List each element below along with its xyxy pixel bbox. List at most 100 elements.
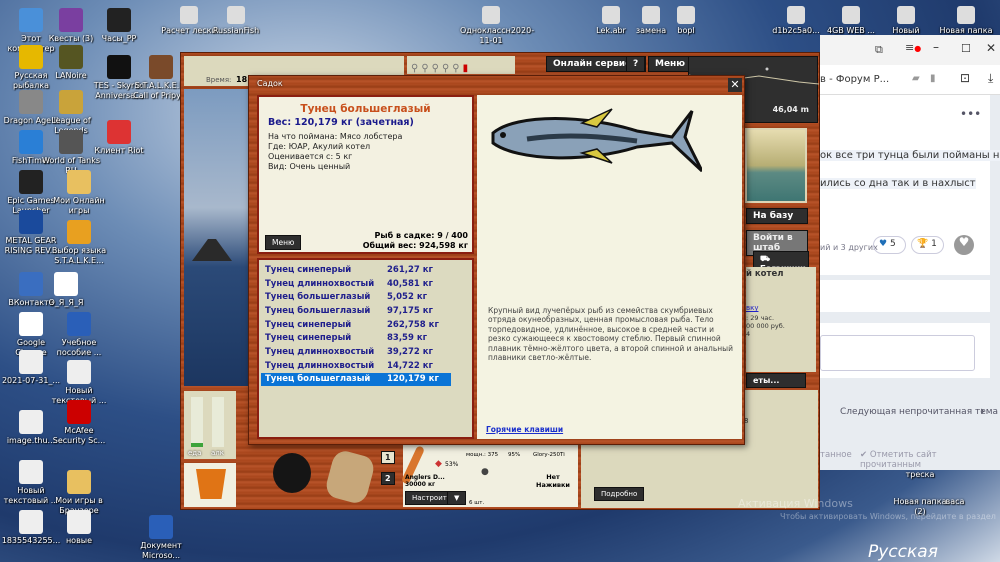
bait-status: Нет Наживки [536,473,570,489]
desktop-icon[interactable]: 4GB WEB ... [820,6,882,36]
filter-dropdown-icon[interactable]: ▼ [447,491,467,505]
fish-list-row[interactable]: Тунец длиннохвостый 14,722 кг [261,359,451,373]
menu-button[interactable]: Меню [648,56,693,72]
location-map[interactable] [745,128,807,203]
next-unread-topic-link[interactable]: Следующая непрочитанная тема [840,407,998,417]
tab-title[interactable]: в - Форум Р... [820,74,889,85]
fish-list-row[interactable]: Тунец большеглазый 120,179 кг [261,372,451,387]
slot-1-button[interactable]: 1 [381,451,395,464]
fish-bait: На что поймана: Мясо лобстера [268,132,403,141]
download-icon[interactable]: ⤓ [988,71,993,86]
close-button[interactable]: ✕ [986,41,996,55]
info-line: 00 000 руб. [746,322,785,330]
food-label: еда [188,449,202,457]
sack-icon[interactable] [323,448,377,506]
fish-list-row[interactable]: Тунец синеперый 262,758 кг [261,318,451,332]
mark-site-read-link[interactable]: ✔ Отметить сайт прочитанным [860,450,1000,470]
fish-count: Рыб в садке: 9 / 400 [374,231,468,240]
app-icon [67,510,91,534]
app-icon [107,120,131,144]
desktop-icon[interactable]: Выбор языка S.T.A.L.K.E... [48,220,110,266]
fish-row-weight: 40,581 кг [387,278,433,289]
alcohol-label: алк [211,449,224,457]
hook-icon: ● [481,467,489,477]
browser-tabbar: в - Форум Р... ▰ ▮ ⊡ ⤓ [820,65,1000,95]
notifications-icon[interactable]: ≡● [905,41,921,54]
fish-row-weight: 262,758 кг [387,319,439,330]
desktop-icon[interactable]: васа [925,497,985,507]
desktop-icon[interactable]: О_Я_Я_Я [35,272,97,308]
desktop-icon[interactable]: Новая папка [935,6,997,36]
pot-icon[interactable] [273,453,311,493]
app-icon [19,410,43,434]
desktop-icon[interactable]: новые [48,510,110,546]
fish-row-name: Тунец синеперый [265,319,352,330]
app-icon [59,45,83,69]
help-button[interactable]: ? [626,56,646,72]
fish-list-row[interactable]: Тунец большеглазый 97,175 кг [261,304,451,318]
desktop-icon[interactable]: Часы_PP [88,8,150,44]
app-icon [67,400,91,424]
close-icon[interactable]: ✕ [728,78,742,92]
fish-row-name: Тунец большеглазый [265,305,371,316]
reactions-text[interactable]: ий и 3 других [820,243,878,252]
desktop-icon[interactable]: McAfee Security Sc... [48,400,110,446]
desktop-icon[interactable]: Новый [875,6,937,36]
fish-menu-button[interactable]: Меню [265,235,302,250]
fish-row-name: Тунец большеглазый [265,292,371,303]
fish-row-weight: 39,272 кг [387,346,433,357]
fish-row-weight: 5,052 кг [387,292,428,303]
desktop-icon[interactable]: bopl [655,6,717,36]
browser-titlebar: ⧉ ≡● – ☐ ✕ [820,35,1000,65]
slot-2-button[interactable]: 2 [381,472,395,485]
chevron-right-icon[interactable]: › [980,404,985,418]
fish-list-row[interactable]: Тунец синеперый 261,27 кг [261,263,451,277]
keepnet-dialog: Садок ✕ Тунец большеглазый Вес: 120,179 … [248,75,745,445]
more-icon[interactable]: ••• [960,107,981,121]
location-info: й котел вку : 29 час. 00 000 руб. 4 [746,267,816,372]
wallpaper-text: Русская [868,542,938,562]
fish-row-weight: 120,179 кг [387,374,439,385]
trophy-count[interactable]: 🏆 1 [911,236,944,254]
fish-list-row[interactable]: Тунец длиннохвостый 40,581 кг [261,277,451,291]
fish-list: Тунец синеперый 261,27 кг Тунец длиннохвос… [257,258,474,439]
like-count[interactable]: ♥ 5 [873,236,906,254]
reply-input[interactable] [820,335,975,371]
comment-icon[interactable]: ▰ [912,73,920,84]
desktop-icon[interactable]: треска [890,470,950,480]
extensions-icon[interactable]: ⊡ [960,71,970,85]
desktop-icon[interactable]: Документ Microso... [130,515,192,561]
to-base-button[interactable]: На базу [746,208,808,224]
desktop-icon[interactable]: Клиент Riot [88,120,150,156]
bookmark-icon[interactable]: ▮ [930,73,936,84]
rod-name: Anglers D... [405,474,445,481]
fish-list-row[interactable]: Тунец большеглазый 5,052 кг [261,290,451,304]
rod-weight: 30000 кг [405,481,436,488]
mark-read-link[interactable]: танное [820,450,852,460]
desktop-icon[interactable]: d1b2c5a0... [765,6,827,36]
fish-image [491,108,702,173]
food-bar [191,397,203,447]
fish-kind: Вид: Очень ценный [268,162,351,171]
desktop-icon[interactable]: RussianFish [205,6,267,36]
maximize-button[interactable]: ☐ [961,42,971,55]
total-weight: Общий вес: 924,598 кг [362,241,468,250]
desktop-icon[interactable]: Одноклассн2020-11-01 [460,6,534,46]
details-button[interactable]: Подробно [594,487,645,501]
tickets-button[interactable]: еты... [746,373,806,388]
fish-list-row[interactable]: Тунец синеперый 83,59 кг [261,331,451,345]
fish-list-row[interactable]: Тунец длиннохвостый 39,272 кг [261,345,451,359]
desktop-icon-label: Учебное пособие ... [56,338,102,357]
bucket-icon[interactable] [184,463,236,507]
float-percent: 53% [445,461,459,468]
collections-icon[interactable]: ⧉ [875,43,883,57]
app-icon [180,6,198,24]
hotkeys-link[interactable]: Горячие клавиши [486,425,563,434]
fish-row-name: Тунец длиннохвостый [265,346,375,357]
react-button[interactable]: ♥ [954,235,974,255]
fish-row-weight: 261,27 кг [387,264,433,275]
location-link[interactable]: вку [746,304,759,312]
app-icon [602,6,620,24]
windows-activation: Активация Windows [738,497,853,510]
minimize-button[interactable]: – [933,40,939,54]
